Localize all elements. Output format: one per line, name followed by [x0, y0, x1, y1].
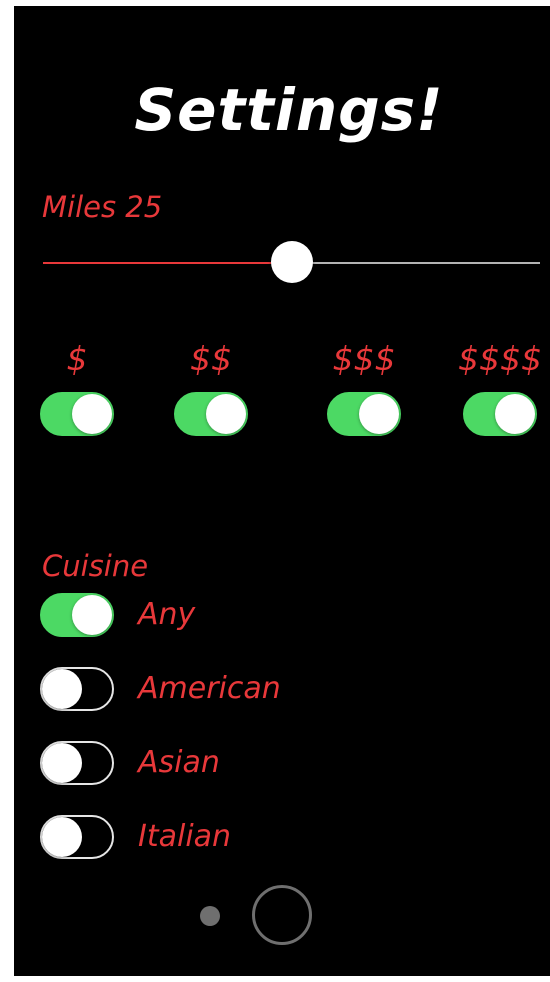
price-level-label: $$$$ [458, 339, 542, 378]
cuisine-option-label: American [138, 671, 281, 706]
slider-track-empty [291, 262, 540, 264]
miles-label: Miles 25 [42, 190, 163, 224]
price-level-1-toggle[interactable] [40, 392, 114, 436]
cuisine-option-label: Asian [138, 745, 220, 780]
page-control[interactable] [14, 882, 550, 952]
toggle-knob [206, 394, 246, 434]
cuisine-option-american: American [40, 667, 340, 713]
toggle-knob [72, 394, 112, 434]
cuisine-option-label: Any [138, 597, 196, 632]
toggle-knob [42, 669, 82, 709]
cuisine-option-label: Italian [138, 819, 232, 854]
toggle-knob [42, 817, 82, 857]
settings-screen: Settings! Miles 25 $ $$ $$$ $$$$ Cuisine… [14, 6, 550, 976]
page-title: Settings! [134, 76, 444, 144]
price-level-label: $$$ [332, 339, 396, 378]
page-dot[interactable] [200, 906, 220, 926]
toggle-knob [42, 743, 82, 783]
price-level-4-toggle[interactable] [463, 392, 537, 436]
price-level-2: $$ [166, 336, 256, 440]
cuisine-asian-toggle[interactable] [40, 741, 114, 785]
cuisine-option-italian: Italian [40, 815, 340, 861]
price-level-3-toggle[interactable] [327, 392, 401, 436]
price-level-1: $ [32, 336, 122, 440]
toggle-knob [359, 394, 399, 434]
price-level-4: $$$$ [455, 336, 545, 440]
cuisine-option-any: Any [40, 593, 340, 639]
price-level-2-toggle[interactable] [174, 392, 248, 436]
price-level-label: $ [66, 339, 88, 378]
cuisine-label: Cuisine [42, 549, 149, 583]
price-level-label: $$ [190, 339, 232, 378]
cuisine-option-asian: Asian [40, 741, 340, 787]
toggle-knob [72, 595, 112, 635]
cuisine-american-toggle[interactable] [40, 667, 114, 711]
price-level-3: $$$ [319, 336, 409, 440]
slider-thumb[interactable] [270, 241, 313, 283]
slider-track-filled [43, 262, 292, 264]
miles-slider[interactable] [43, 240, 540, 286]
toggle-knob [495, 394, 535, 434]
cuisine-any-toggle[interactable] [40, 593, 114, 637]
cuisine-italian-toggle[interactable] [40, 815, 114, 859]
current-page-ring[interactable] [252, 885, 312, 945]
